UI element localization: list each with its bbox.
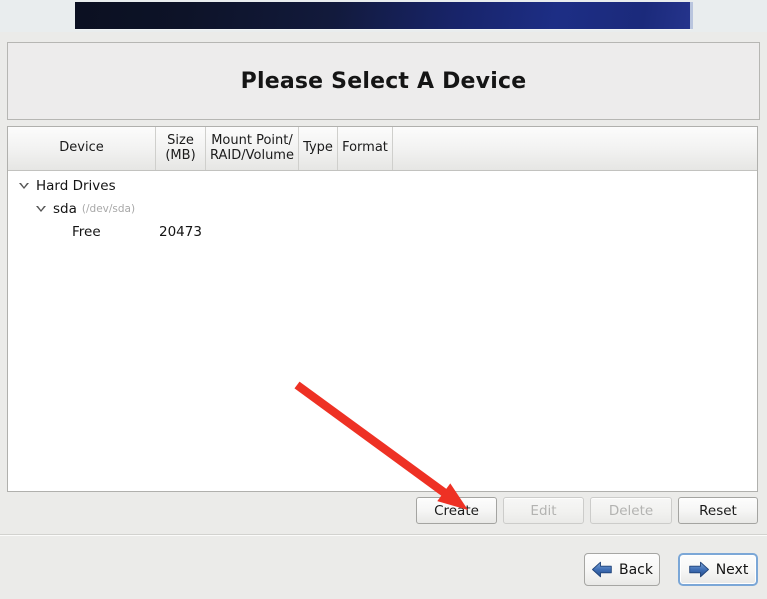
column-header-size-line1: Size xyxy=(167,132,194,148)
next-button[interactable]: Next xyxy=(678,553,758,586)
create-button-label: Create xyxy=(434,502,479,519)
device-tree[interactable]: Hard Drives sda (/dev/sda) Free 20473 xyxy=(8,171,757,243)
column-header-size-line2: (MB) xyxy=(165,147,196,163)
device-name: sda xyxy=(53,200,77,217)
installer-banner-image xyxy=(75,2,693,29)
reset-button[interactable]: Reset xyxy=(678,497,758,524)
page-title: Please Select A Device xyxy=(240,68,527,94)
column-header-size[interactable]: Size (MB) xyxy=(156,127,206,170)
device-name: Hard Drives xyxy=(36,177,116,194)
column-header-spacer xyxy=(393,127,757,170)
column-header-mount-point[interactable]: Mount Point/ RAID/Volume xyxy=(206,127,299,170)
table-row[interactable]: Free 20473 xyxy=(8,220,757,243)
title-panel: Please Select A Device xyxy=(7,42,760,120)
header-banner-area xyxy=(0,0,767,32)
back-button[interactable]: Back xyxy=(584,553,660,586)
column-header-type[interactable]: Type xyxy=(299,127,338,170)
chevron-down-icon[interactable] xyxy=(36,205,46,212)
next-button-label: Next xyxy=(715,561,749,578)
delete-button-label: Delete xyxy=(608,502,654,519)
reset-button-label: Reset xyxy=(699,502,737,519)
column-header-type-label: Type xyxy=(303,140,333,156)
device-list-panel[interactable]: Device Size (MB) Mount Point/ RAID/Volum… xyxy=(7,126,758,492)
edit-button: Edit xyxy=(503,497,584,524)
left-arrow-icon xyxy=(592,561,612,578)
right-arrow-icon xyxy=(688,561,709,578)
column-header-format[interactable]: Format xyxy=(338,127,393,170)
column-header-device[interactable]: Device xyxy=(8,127,156,170)
edit-button-label: Edit xyxy=(530,502,557,519)
device-name: Free xyxy=(72,223,101,240)
table-row[interactable]: sda (/dev/sda) xyxy=(8,197,757,220)
create-button[interactable]: Create xyxy=(416,497,497,524)
device-size: 20473 xyxy=(159,223,202,240)
column-header-device-label: Device xyxy=(59,140,104,156)
column-header-format-label: Format xyxy=(342,140,388,156)
table-row[interactable]: Hard Drives xyxy=(8,174,757,197)
column-header-mount-line1: Mount Point/ xyxy=(211,132,293,148)
chevron-down-icon[interactable] xyxy=(19,182,29,189)
device-table-header: Device Size (MB) Mount Point/ RAID/Volum… xyxy=(8,127,757,171)
device-path: (/dev/sda) xyxy=(81,202,136,215)
delete-button: Delete xyxy=(590,497,672,524)
back-button-label: Back xyxy=(619,561,653,578)
footer-divider xyxy=(0,534,767,535)
device-action-buttons: Create Edit Delete Reset xyxy=(0,497,767,527)
column-header-mount-line2: RAID/Volume xyxy=(210,147,294,163)
